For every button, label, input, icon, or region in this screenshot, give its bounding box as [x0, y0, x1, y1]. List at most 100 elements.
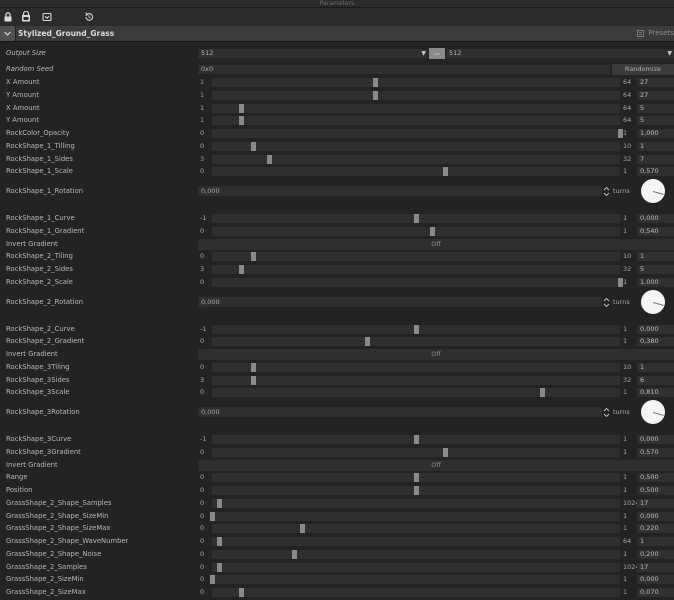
value-field[interactable]: 17 — [637, 562, 674, 572]
value-field[interactable]: 1 — [637, 252, 674, 262]
output-size-width-select[interactable]: 512 ▼ — [198, 49, 428, 58]
slider-handle[interactable] — [267, 154, 273, 164]
slider-handle[interactable] — [238, 116, 244, 126]
slider-handle[interactable] — [299, 524, 305, 534]
output-size-height-select[interactable]: 512 ▼ — [446, 49, 674, 58]
slider-handle[interactable] — [414, 486, 419, 495]
slider-handle[interactable] — [238, 265, 244, 274]
slider-handle[interactable] — [250, 252, 256, 262]
slider-track[interactable] — [212, 524, 620, 534]
angle-dial[interactable] — [641, 289, 665, 314]
slider-track[interactable] — [212, 252, 620, 262]
save-icon[interactable] — [20, 11, 32, 23]
preset-icon[interactable] — [41, 11, 53, 23]
angle-dial[interactable] — [641, 179, 665, 203]
spinner-icon[interactable] — [603, 186, 610, 197]
slider-handle[interactable] — [250, 362, 256, 372]
value-field[interactable]: 0,000 — [637, 435, 674, 444]
slider-track[interactable] — [212, 388, 620, 398]
collapse-button[interactable] — [0, 26, 16, 41]
slider-handle[interactable] — [210, 575, 215, 585]
value-field[interactable]: 0,000 — [637, 511, 674, 521]
spinner-icon[interactable] — [603, 407, 610, 418]
slider-handle[interactable] — [373, 78, 379, 87]
value-field[interactable]: 0,220 — [637, 524, 674, 534]
slider-handle[interactable] — [414, 473, 419, 483]
slider-handle[interactable] — [216, 498, 222, 508]
slider-track[interactable] — [212, 116, 620, 126]
slider-track[interactable] — [212, 498, 620, 508]
slider-track[interactable] — [212, 588, 620, 597]
slider-handle[interactable] — [210, 511, 215, 521]
value-field[interactable]: 0,500 — [637, 473, 674, 483]
slider-handle[interactable] — [414, 435, 419, 444]
slider-handle[interactable] — [414, 324, 419, 334]
slider-track[interactable] — [212, 562, 620, 572]
angle-field[interactable]: 0,000 — [198, 186, 602, 196]
slider-track[interactable] — [212, 90, 620, 100]
value-field[interactable]: 7 — [637, 154, 674, 164]
angle-field[interactable]: 0,000 — [198, 296, 602, 307]
value-field[interactable]: 0,000 — [637, 214, 674, 223]
size-link-button[interactable] — [429, 48, 445, 59]
value-field[interactable]: 0,570 — [637, 447, 674, 457]
angle-field[interactable]: 0,000 — [198, 407, 602, 417]
slider-track[interactable] — [212, 549, 620, 559]
value-field[interactable]: 1 — [637, 141, 674, 151]
slider-track[interactable] — [212, 141, 620, 151]
value-field[interactable]: 1,000 — [637, 277, 674, 287]
slider-track[interactable] — [212, 78, 620, 87]
slider-handle[interactable] — [250, 141, 256, 151]
slider-track[interactable] — [212, 435, 620, 444]
slider-track[interactable] — [212, 486, 620, 495]
lock-icon[interactable] — [2, 11, 14, 23]
slider-handle[interactable] — [365, 337, 371, 347]
slider-handle[interactable] — [216, 562, 222, 572]
reset-icon[interactable] — [83, 11, 95, 23]
value-field[interactable]: 0,380 — [637, 337, 674, 347]
toggle-button[interactable]: Off — [198, 459, 674, 471]
slider-track[interactable] — [212, 154, 620, 164]
slider-track[interactable] — [212, 537, 620, 546]
presets-button[interactable]: Presets — [636, 26, 674, 41]
slider-handle[interactable] — [540, 388, 546, 398]
value-field[interactable]: 27 — [637, 78, 674, 87]
slider-handle[interactable] — [238, 588, 244, 597]
value-field[interactable]: 1,000 — [637, 129, 674, 138]
value-field[interactable]: 5 — [637, 116, 674, 126]
slider-handle[interactable] — [238, 103, 244, 113]
value-field[interactable]: 0,570 — [637, 167, 674, 177]
value-field[interactable]: 0,000 — [637, 324, 674, 334]
slider-handle[interactable] — [250, 375, 256, 385]
slider-track[interactable] — [212, 324, 620, 334]
value-field[interactable]: 5 — [637, 103, 674, 113]
slider-track[interactable] — [212, 277, 623, 287]
value-field[interactable]: 0,810 — [637, 388, 674, 398]
slider-track[interactable] — [212, 337, 620, 347]
value-field[interactable]: 1 — [637, 537, 674, 546]
slider-track[interactable] — [212, 167, 620, 177]
value-field[interactable]: 1 — [637, 362, 674, 372]
value-field[interactable]: 17 — [637, 498, 674, 508]
value-field[interactable]: 5 — [637, 265, 674, 274]
value-field[interactable]: 0,200 — [637, 549, 674, 559]
slider-track[interactable] — [210, 575, 620, 585]
spinner-icon[interactable] — [603, 297, 610, 308]
slider-track[interactable] — [212, 103, 620, 113]
slider-track[interactable] — [212, 226, 620, 236]
randomize-button[interactable]: Randomize — [612, 64, 674, 75]
random-seed-field[interactable]: 0x0 — [198, 65, 610, 74]
slider-handle[interactable] — [216, 537, 222, 546]
toggle-button[interactable]: Off — [198, 349, 674, 360]
slider-track[interactable] — [212, 375, 620, 385]
value-field[interactable]: 0,070 — [637, 588, 674, 597]
toggle-button[interactable]: Off — [198, 238, 674, 250]
value-field[interactable]: 0,000 — [637, 575, 674, 585]
slider-handle[interactable] — [442, 167, 448, 177]
slider-track[interactable] — [212, 129, 623, 138]
slider-track[interactable] — [212, 473, 620, 483]
slider-handle[interactable] — [291, 549, 297, 559]
value-field[interactable]: 0,540 — [637, 226, 674, 236]
slider-track[interactable] — [210, 511, 620, 521]
slider-handle[interactable] — [414, 214, 419, 223]
